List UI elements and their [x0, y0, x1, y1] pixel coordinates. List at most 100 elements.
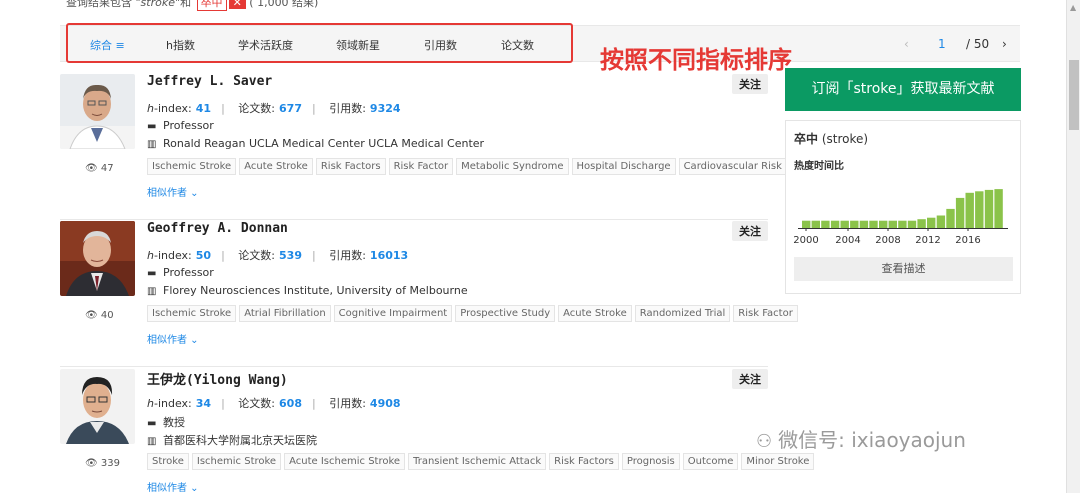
trend-bar [984, 189, 994, 228]
research-tag[interactable]: Risk Factor [388, 158, 454, 175]
citations-label: 引用数: [329, 102, 366, 115]
research-tag[interactable]: Transient Ischemic Attack [408, 453, 547, 470]
query-term: "stroke" [135, 0, 181, 9]
trend-bar [802, 220, 811, 228]
trend-tick-label: 2016 [955, 235, 980, 246]
papers-value: 608 [279, 397, 302, 410]
trend-bar [811, 220, 820, 228]
eye-icon: 👁 [85, 163, 98, 174]
author-card: 👁 339 王伊龙(Yilong Wang) 关注 h-index: 34 | 论文… [60, 369, 815, 493]
query-and: 和 [180, 0, 192, 9]
wechat-icon: ⚇ [756, 431, 773, 452]
institution-icon: ▥ [147, 436, 157, 447]
trend-bar [975, 191, 984, 228]
vertical-scrollbar[interactable]: ▲ [1066, 0, 1080, 493]
research-tag[interactable]: Randomized Trial [634, 305, 731, 322]
research-tag[interactable]: Outcome [682, 453, 739, 470]
citations-value: 4908 [369, 397, 401, 410]
research-tag[interactable]: Prognosis [621, 453, 680, 470]
author-photo[interactable] [60, 74, 135, 149]
follow-button[interactable]: 关注 [732, 369, 768, 389]
trend-bar [859, 220, 869, 228]
research-tag[interactable]: Acute Stroke [558, 305, 632, 322]
query-summary: 查询结果包含 "stroke"和 卒中 ✕ ( 1,000 结果) [66, 0, 319, 11]
research-tag[interactable]: Atrial Fibrillation [239, 305, 331, 322]
research-tag[interactable]: Cognitive Impairment [333, 305, 453, 322]
citations-label: 引用数: [329, 249, 366, 262]
trend-subtitle: 热度时间比 [794, 161, 844, 172]
research-tag[interactable]: Acute Ischemic Stroke [284, 453, 406, 470]
trend-bar [821, 220, 830, 228]
hindex-label: -index: [153, 102, 192, 115]
research-tag[interactable]: Cardiovascular Risk [678, 158, 787, 175]
trend-bar [840, 220, 849, 228]
citations-label: 引用数: [329, 397, 366, 410]
trend-bar [850, 220, 859, 228]
research-tag[interactable]: Hospital Discharge [571, 158, 676, 175]
position-text: Professor [163, 266, 214, 279]
research-tag[interactable]: Acute Stroke [239, 158, 313, 175]
scrollbar-thumb[interactable] [1069, 60, 1079, 130]
similar-authors-link[interactable]: 相似作者 ⌄ [147, 184, 199, 199]
research-tag[interactable]: Risk Factors [315, 158, 386, 175]
research-tag[interactable]: Ischemic Stroke [191, 453, 282, 470]
citations-value: 16013 [369, 249, 409, 262]
trend-bar [927, 217, 936, 228]
hindex-label: -index: [153, 249, 192, 262]
view-description-button[interactable]: 查看描述 [794, 257, 1013, 281]
affiliation-text: Florey Neurosciences Institute, Universi… [163, 284, 468, 297]
trend-tick-label: 2004 [835, 235, 860, 246]
next-page-button[interactable]: › [1002, 37, 1007, 51]
affiliation-text: 首都医科大学附属北京天坛医院 [163, 434, 317, 447]
author-photo[interactable] [60, 221, 135, 296]
watermark-text: 微信号: ixiaoyaojun [778, 428, 966, 452]
affiliation-text: Ronald Reagan UCLA Medical Center UCLA M… [163, 137, 485, 150]
author-name[interactable]: Geoffrey A. Donnan [147, 221, 288, 236]
author-metrics: h-index: 50 | 论文数: 539 | 引用数: 16013 [147, 249, 409, 262]
trend-title: 卒中 (stroke) [794, 130, 868, 147]
research-tag[interactable]: Ischemic Stroke [147, 158, 237, 175]
research-tag[interactable]: Stroke [147, 453, 189, 470]
author-metrics: h-index: 34 | 论文数: 608 | 引用数: 4908 [147, 397, 401, 410]
hindex-label-h: h [147, 249, 154, 262]
total-pages: / 50 [966, 37, 990, 51]
author-affiliation: ▥ Florey Neurosciences Institute, Univers… [147, 284, 468, 297]
author-tags: Ischemic Stroke Atrial Fibrillation Cognit… [147, 305, 801, 322]
trend-bar [965, 192, 974, 228]
view-count-value: 47 [100, 163, 114, 174]
trend-bar [907, 220, 917, 228]
briefcase-icon: ▬ [147, 268, 157, 279]
annotation-text: 按照不同指标排序 [600, 46, 792, 74]
research-tag[interactable]: Metabolic Syndrome [456, 158, 569, 175]
eye-icon: 👁 [85, 458, 98, 469]
query-tag: 卒中 [196, 0, 227, 11]
current-page[interactable]: 1 [938, 37, 946, 51]
scroll-up-icon[interactable]: ▲ [1070, 3, 1076, 12]
subscribe-button[interactable]: 订阅「stroke」获取最新文献 [785, 68, 1021, 111]
result-count: ( 1,000 结果) [249, 0, 319, 9]
view-count-value: 40 [100, 310, 114, 321]
remove-tag-button[interactable]: ✕ [228, 0, 246, 9]
trend-bar [869, 220, 878, 228]
research-tag[interactable]: Prospective Study [455, 305, 556, 322]
author-card: 👁 47 Jeffrey L. Saver 关注 h-index: 41 | 论文数… [60, 74, 787, 220]
similar-authors-link[interactable]: 相似作者 ⌄ [147, 331, 199, 346]
research-tag[interactable]: Ischemic Stroke [147, 305, 237, 322]
follow-button[interactable]: 关注 [732, 74, 768, 94]
trend-tick-label: 2012 [915, 235, 940, 246]
prev-page-button[interactable]: ‹ [904, 37, 909, 51]
research-tag[interactable]: Risk Factors [549, 453, 619, 470]
briefcase-icon: ▬ [147, 121, 157, 132]
research-tag[interactable]: Risk Factor [733, 305, 798, 322]
similar-authors-link[interactable]: 相似作者 ⌄ [147, 479, 199, 493]
query-prefix: 查询结果包含 [66, 0, 132, 9]
papers-label: 论文数: [238, 397, 276, 410]
research-tag[interactable]: Minor Stroke [741, 453, 815, 470]
author-affiliation: ▥ 首都医科大学附属北京天坛医院 [147, 432, 317, 448]
papers-label: 论文数: [238, 102, 276, 115]
view-count-value: 339 [100, 458, 120, 469]
follow-button[interactable]: 关注 [732, 221, 768, 241]
author-name[interactable]: Jeffrey L. Saver [147, 74, 272, 89]
author-photo[interactable] [60, 369, 135, 444]
author-name[interactable]: 王伊龙(Yilong Wang) [147, 369, 288, 388]
